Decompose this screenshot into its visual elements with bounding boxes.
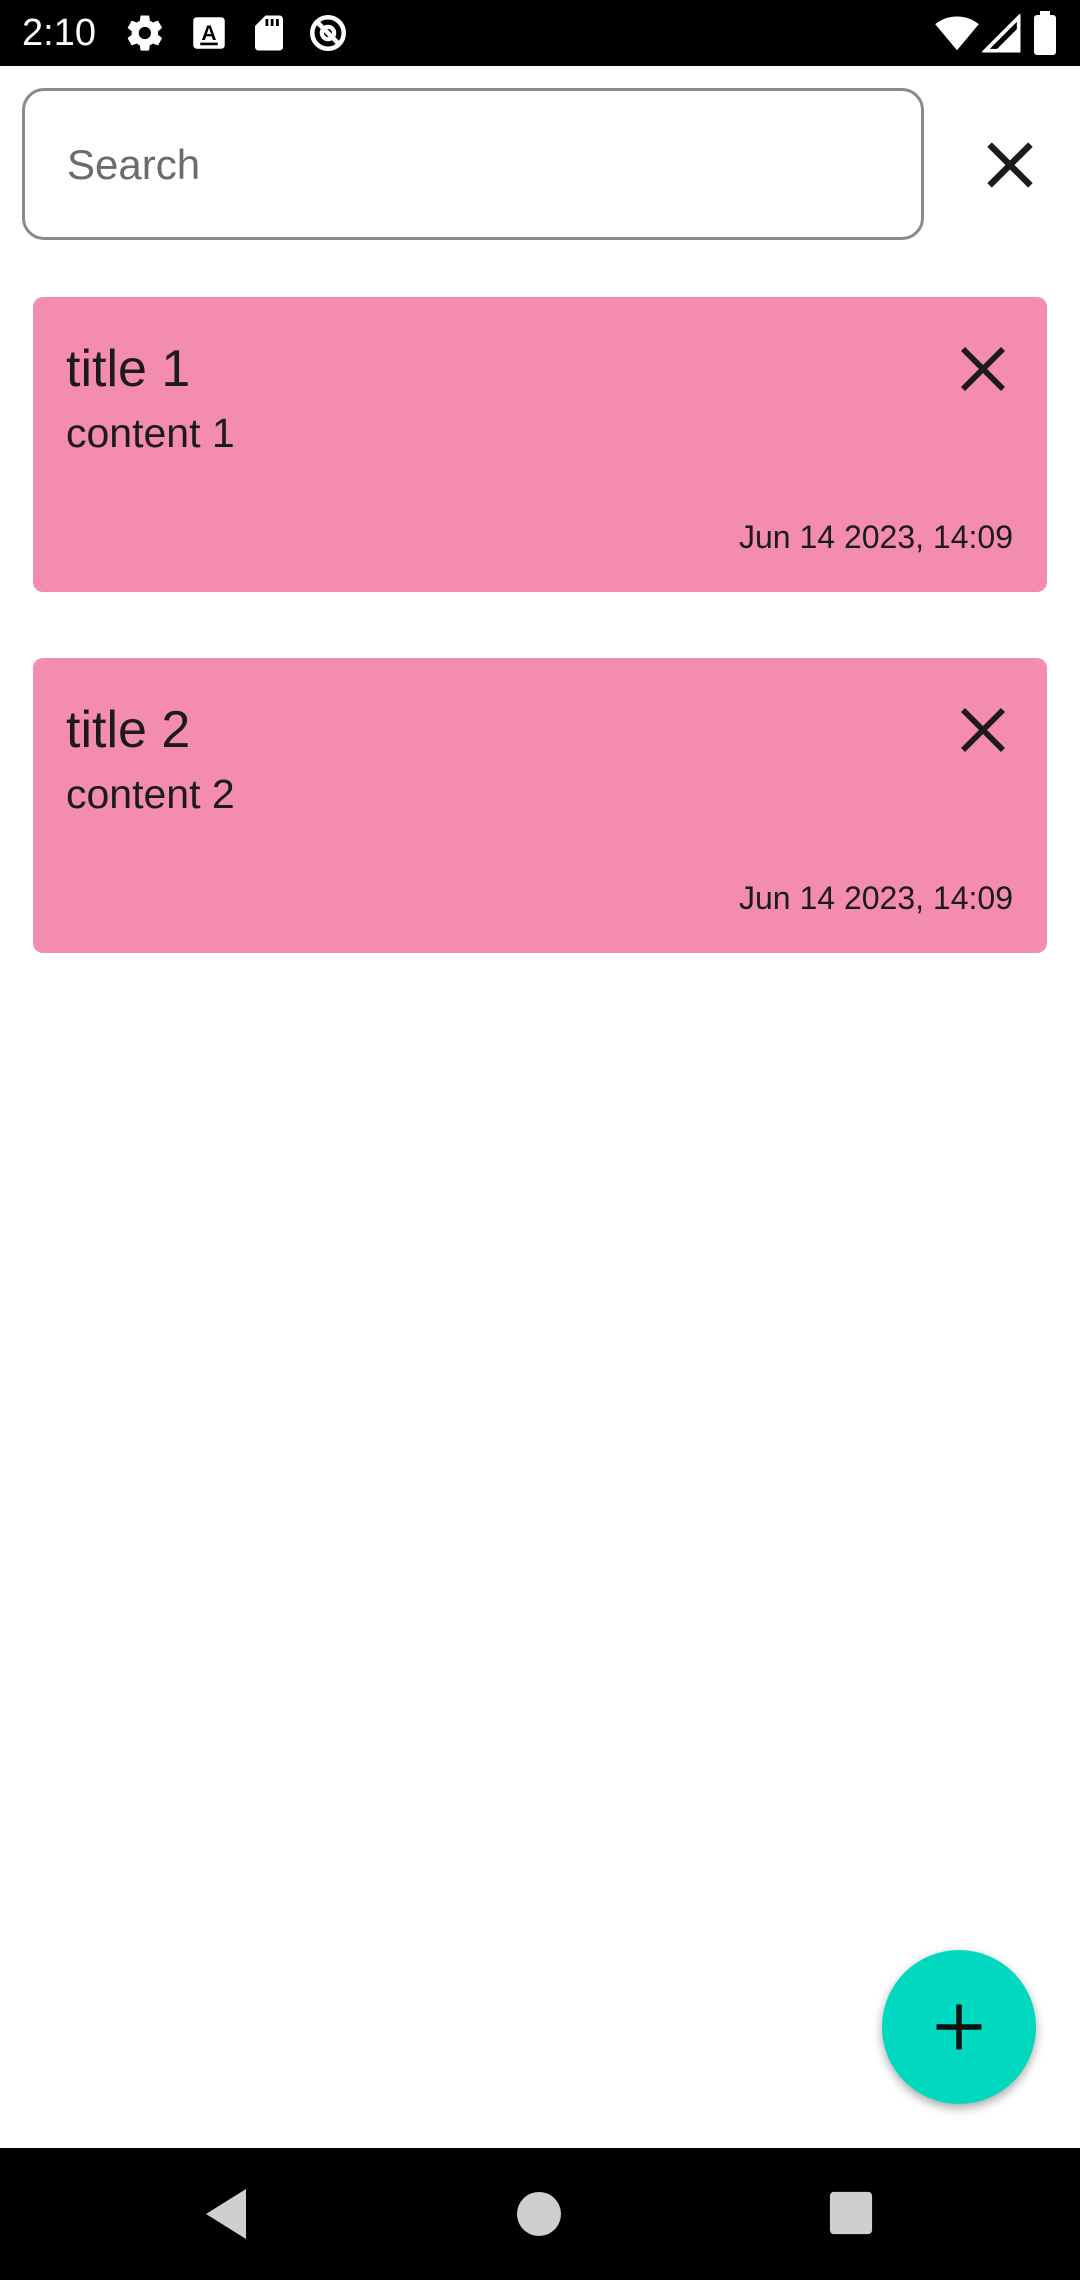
- no-disturb-icon: [309, 14, 347, 52]
- gear-icon: [127, 15, 162, 51]
- note-date: Jun 14 2023, 14:09: [738, 519, 1013, 555]
- note-title: title 2: [66, 701, 191, 759]
- wifi-icon: [935, 16, 979, 51]
- recents-icon[interactable]: [828, 2190, 874, 2236]
- status-time: 2:10: [22, 12, 96, 54]
- note-title: title 1: [66, 340, 191, 398]
- navigation-bar: [0, 2148, 1080, 2280]
- notes-screen: 2:10 A Search title 1 content 1 Jun 14 2…: [0, 0, 1080, 2280]
- home-icon[interactable]: [515, 2190, 563, 2238]
- note-date: Jun 14 2023, 14:09: [738, 880, 1013, 916]
- add-note-button[interactable]: [882, 1950, 1036, 2104]
- signal-icon: [982, 14, 1021, 53]
- note-content: content 1: [66, 410, 235, 456]
- search-field[interactable]: [22, 88, 924, 240]
- note-card[interactable]: title 1 content 1 Jun 14 2023, 14:09: [33, 297, 1047, 592]
- note-delete-button[interactable]: [953, 339, 1013, 399]
- note-delete-button[interactable]: [953, 700, 1013, 760]
- svg-text:A: A: [201, 22, 216, 45]
- battery-icon: [1034, 11, 1056, 55]
- note-content: content 2: [66, 771, 235, 817]
- plus-icon: [936, 2004, 982, 2050]
- close-icon: [960, 346, 1006, 392]
- close-icon: [987, 142, 1033, 188]
- search-clear-button[interactable]: [975, 130, 1045, 200]
- note-card[interactable]: title 2 content 2 Jun 14 2023, 14:09: [33, 658, 1047, 953]
- status-bar: 2:10 A: [0, 0, 1080, 66]
- close-icon: [960, 707, 1006, 753]
- text-a-icon: A: [193, 17, 225, 49]
- search-input[interactable]: [65, 91, 889, 239]
- sd-card-icon: [255, 15, 283, 51]
- back-icon[interactable]: [200, 2184, 252, 2244]
